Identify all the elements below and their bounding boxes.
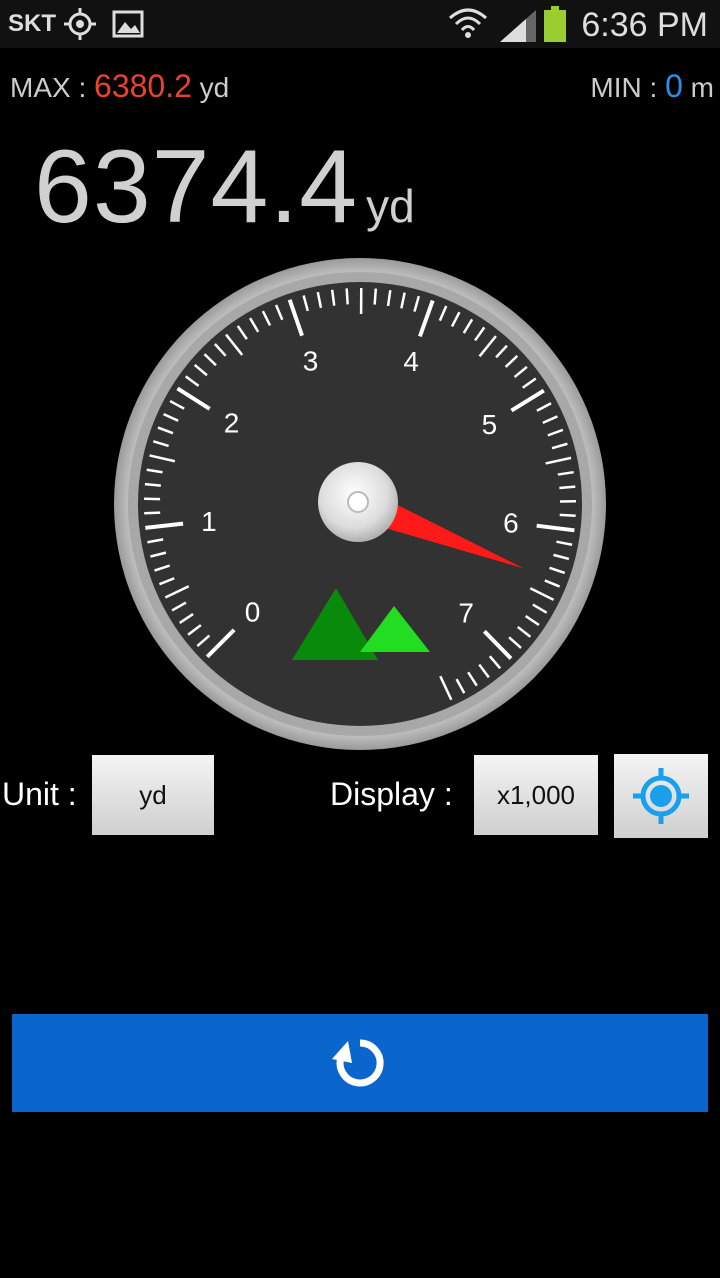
gps-icon	[64, 8, 96, 40]
min-value: 0	[665, 68, 683, 104]
max-value: 6380.2	[94, 68, 192, 104]
gauge-label: 7	[458, 598, 474, 629]
image-icon	[112, 10, 144, 38]
altitude-gauge: 0 1 2 3 4 5 6 7	[114, 258, 606, 750]
carrier-name: SKT	[8, 10, 56, 37]
display-label: Display :	[330, 776, 453, 812]
gauge-tick	[144, 482, 161, 487]
max-label: MAX :	[10, 72, 95, 103]
status-bar: SKT 6:36 PM	[0, 0, 720, 48]
current-unit: yd	[366, 180, 415, 232]
current-reading: 6374.4 yd	[34, 128, 415, 247]
gauge-label: 4	[403, 346, 419, 377]
battery-icon	[544, 6, 566, 42]
gauge-hub-center	[347, 491, 369, 513]
min-label: MIN :	[590, 72, 666, 103]
unit-label: Unit :	[2, 776, 77, 812]
clock: 6:36 PM	[581, 6, 708, 44]
refresh-icon	[332, 1039, 384, 1087]
signal-icon	[500, 10, 536, 42]
wifi-icon	[449, 8, 487, 38]
gauge-tick	[345, 288, 349, 305]
unit-button[interactable]: yd	[92, 755, 214, 835]
gauge-tick	[559, 485, 576, 490]
gauge-tick	[373, 288, 378, 305]
gauge-tick	[559, 513, 576, 518]
max-unit: yd	[199, 72, 230, 103]
locate-button[interactable]	[614, 754, 708, 838]
display-scale-button[interactable]: x1,000	[474, 755, 598, 835]
gauge-label: 3	[303, 345, 319, 376]
gauge-label: 5	[482, 409, 498, 440]
gauge-label: 6	[503, 508, 519, 539]
min-unit: m	[690, 72, 714, 103]
reset-button[interactable]	[12, 1014, 708, 1112]
max-reading: MAX : 6380.2 yd	[10, 68, 229, 105]
gauge-label: 0	[245, 596, 261, 627]
gauge-label: 1	[201, 506, 217, 537]
min-reading: MIN : 0 m	[590, 68, 714, 105]
gauge-tick	[144, 511, 161, 515]
crosshair-icon	[633, 768, 689, 824]
gauge-label: 2	[224, 408, 240, 439]
current-value: 6374.4	[34, 129, 359, 245]
